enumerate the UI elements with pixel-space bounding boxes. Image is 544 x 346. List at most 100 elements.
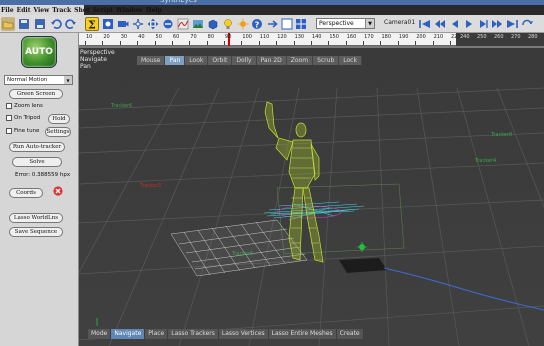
nav-tab-zoom[interactable]: Zoom <box>287 56 314 65</box>
coordinate-icon[interactable] <box>131 17 145 31</box>
view-type-select[interactable]: Perspective ▼ <box>316 18 375 29</box>
nav-tab-mouse[interactable]: Mouse <box>137 56 166 65</box>
svg-text:?: ? <box>255 20 260 29</box>
nav-tab-dolly[interactable]: Dolly <box>232 56 257 65</box>
save-icon[interactable] <box>17 17 31 31</box>
step-back-icon[interactable] <box>433 17 447 31</box>
menu-item-file[interactable]: File <box>1 7 14 14</box>
coords-button[interactable]: Coords <box>9 188 43 198</box>
next-frame-icon[interactable] <box>476 17 490 31</box>
mode-tab-lasso-vertices[interactable]: Lasso Vertices <box>219 329 269 339</box>
nav-tab-scrub[interactable]: Scrub <box>313 56 340 65</box>
menu-item-shot[interactable]: Shot <box>74 7 89 14</box>
go-to-end-icon[interactable] <box>505 17 519 31</box>
tracker-label[interactable]: Tracker8 <box>491 132 512 138</box>
timeline-tick <box>293 41 295 45</box>
timeline-tick <box>102 41 104 45</box>
tracker-label[interactable]: Tracker3 <box>140 183 161 189</box>
loop-icon[interactable] <box>520 17 534 31</box>
help-icon[interactable]: ? <box>250 17 264 31</box>
play-icon[interactable] <box>462 17 476 31</box>
save-sequence-button[interactable]: Save Sequence <box>9 227 63 237</box>
checkbox-box[interactable] <box>6 128 12 134</box>
checkbox-box[interactable] <box>6 115 12 121</box>
tracker-label[interactable]: Tracker6 <box>111 103 132 109</box>
chevron-down-icon: ▼ <box>64 76 72 84</box>
motion-mode-select[interactable]: Normal Motion ▼ <box>4 75 73 85</box>
timeline-tick <box>241 41 243 45</box>
menu-item-edit[interactable]: Edit <box>17 7 31 14</box>
timeline-tick <box>154 41 156 45</box>
tracker-panel-icon[interactable] <box>101 17 115 31</box>
mode-tab-place[interactable]: Place <box>145 329 169 339</box>
character-shadow <box>339 258 387 273</box>
save-as-icon[interactable] <box>33 17 47 31</box>
arrow-right-icon[interactable] <box>266 17 280 31</box>
open-folder-icon[interactable] <box>1 17 15 31</box>
phase-icon[interactable] <box>161 17 175 31</box>
timeline-tick-label: 120 <box>277 34 287 40</box>
camera-path <box>383 267 544 311</box>
mode-tab-mode[interactable]: Mode <box>88 329 112 339</box>
timeline-tick-label: 100 <box>242 34 252 40</box>
timeline-tick <box>258 41 260 45</box>
zoom-lens-checkbox[interactable]: Zoom lens <box>6 103 43 109</box>
viewport-layout-icon[interactable] <box>294 17 308 31</box>
step-forward-icon[interactable] <box>490 17 504 31</box>
auto-track-button[interactable]: AUTO <box>21 36 57 68</box>
go-to-start-icon[interactable] <box>418 17 432 31</box>
zoom-lens-label: Zoom lens <box>14 103 43 109</box>
nav-tab-pan[interactable]: Pan <box>165 56 186 65</box>
tracker-label[interactable]: Tracker4 <box>475 158 496 164</box>
viewport-mode: Navigate <box>80 56 107 63</box>
menu-bar: File Edit View Track Shot Script Window Help <box>0 5 162 15</box>
image-prep-icon[interactable] <box>191 17 205 31</box>
checkbox-box[interactable] <box>6 103 12 109</box>
menu-item-view[interactable]: View <box>33 7 49 14</box>
menu-item-window[interactable]: Window <box>116 7 143 14</box>
timeline-tick <box>224 41 226 45</box>
title-text: SynthEyes <box>160 0 197 4</box>
mode-tab-create[interactable]: Create <box>337 329 364 339</box>
mesh-cube-icon[interactable] <box>206 17 220 31</box>
menu-item-script[interactable]: Script <box>93 7 113 14</box>
sun-icon[interactable] <box>236 17 250 31</box>
scene-3d[interactable] <box>79 48 544 346</box>
timeline[interactable]: 240 250 260 270 280 10 20 30 40 50 60 70 80 90 100 110… <box>79 33 544 46</box>
mode-tab-navigate[interactable]: Navigate <box>111 329 146 339</box>
nav-tab-pan-2d[interactable]: Pan 2D <box>257 56 287 65</box>
nav-tab-orbit[interactable]: Orbit <box>208 56 233 65</box>
mode-tab-lasso-entire-meshes[interactable]: Lasso Entire Meshes <box>269 329 337 339</box>
sigma-solve-icon[interactable]: Σ <box>85 17 99 31</box>
green-screen-button[interactable]: Green Screen <box>9 89 63 99</box>
undo-icon[interactable] <box>49 17 63 31</box>
prev-frame-icon[interactable] <box>448 17 462 31</box>
fine-tune-checkbox[interactable]: Fine tune <box>6 128 39 134</box>
graph-editor-icon[interactable] <box>176 17 190 31</box>
camera-icon[interactable] <box>116 17 130 31</box>
timeline-tick <box>206 41 208 45</box>
run-auto-tracker-label: Run Auto-tracker <box>12 144 62 150</box>
timeline-tick-label: 60 <box>172 34 180 40</box>
menu-item-help[interactable]: Help <box>146 7 162 14</box>
menu-item-track[interactable]: Track <box>52 7 71 14</box>
on-tripod-checkbox[interactable]: On Tripod <box>6 115 40 121</box>
viewport-label: Perspective Navigate Pan <box>80 49 115 70</box>
timeline-tick-label: 50 <box>155 34 162 40</box>
solve-button[interactable]: Solve <box>12 157 62 167</box>
nav-tab-look[interactable]: Look <box>185 56 209 65</box>
move-arrows-icon[interactable] <box>146 17 160 31</box>
left-control-panel: AUTO Normal Motion ▼ Green Screen Zoom l… <box>0 33 79 346</box>
mode-tab-lasso-trackers[interactable]: Lasso Trackers <box>168 329 219 339</box>
timeline-out-of-range: 240 250 260 270 280 <box>456 33 544 46</box>
perspective-viewport[interactable]: Perspective Navigate Pan Mouse Pan Look Orb… <box>79 48 544 346</box>
tracker-label[interactable]: Tracker5 <box>232 251 253 257</box>
run-auto-tracker-button[interactable]: Run Auto-tracker <box>9 142 65 152</box>
viewport-single-icon[interactable] <box>280 17 294 31</box>
settings-button[interactable]: Settings <box>45 127 71 137</box>
nav-tab-lock[interactable]: Lock <box>339 56 362 65</box>
redo-icon[interactable] <box>64 17 78 31</box>
lasso-worldlines-button[interactable]: Lasso WorldLns <box>9 213 63 223</box>
hold-button[interactable]: Hold <box>48 114 70 124</box>
bulb-icon[interactable] <box>221 17 235 31</box>
